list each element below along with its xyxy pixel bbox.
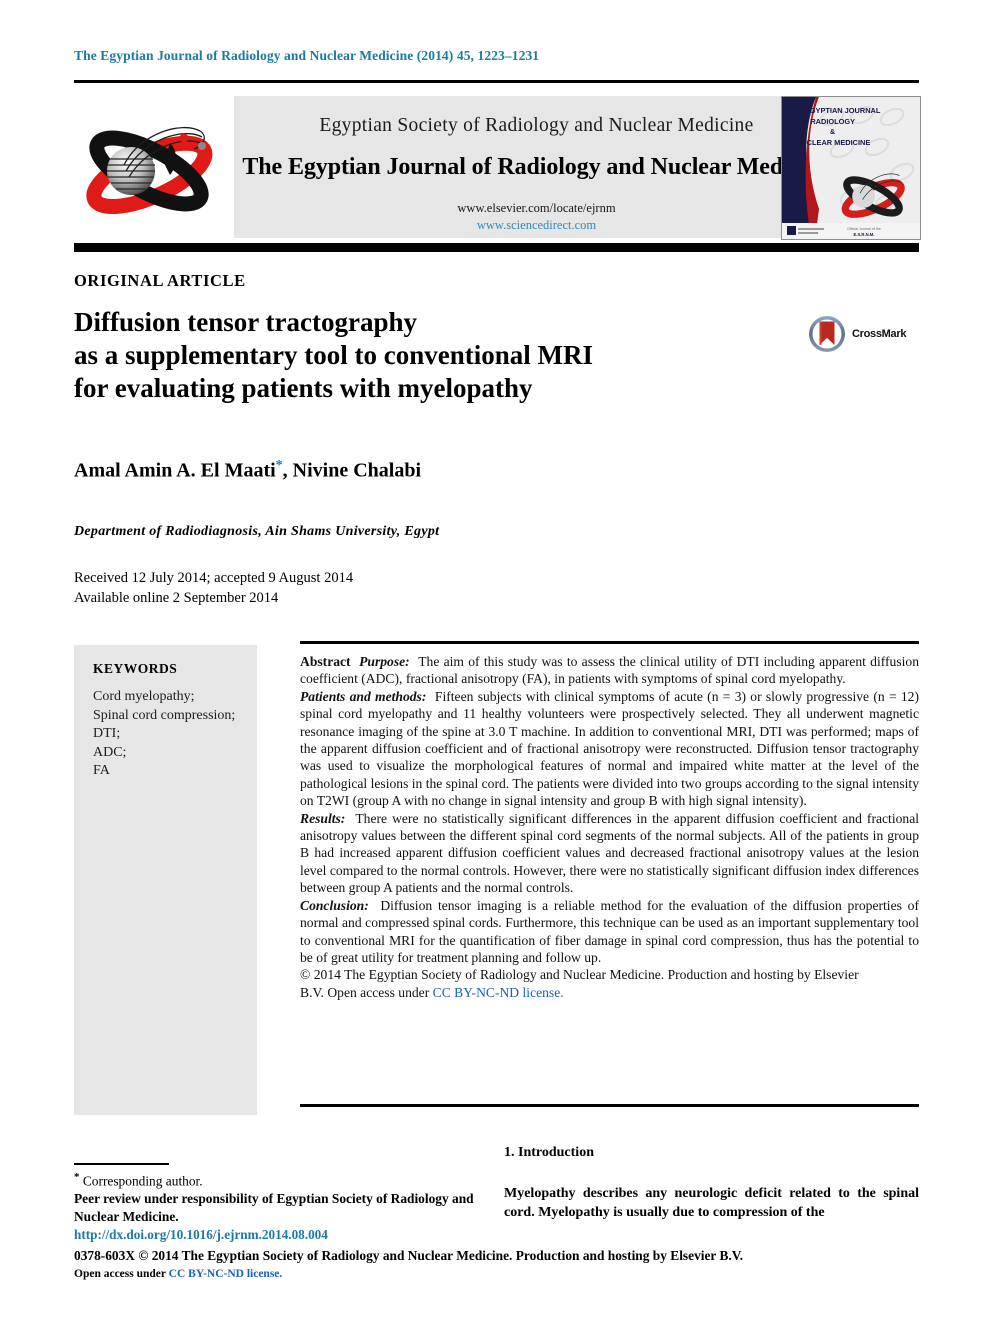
keywords-heading: KEYWORDS (93, 661, 178, 676)
page-title: Diffusion tensor tractography as a suppl… (74, 306, 764, 405)
keywords-list: Cord myelopathy; Spinal cord compression… (93, 688, 235, 781)
svg-text:OF RADIOLOGY: OF RADIOLOGY (798, 117, 855, 126)
abstract-license-line: B.V. Open access under CC BY-NC-ND licen… (300, 984, 919, 1001)
sciencedirect-url[interactable]: www.sciencedirect.com (234, 218, 839, 233)
keyword-item: ADC; (93, 744, 127, 760)
keyword-item: Cord myelopathy; (93, 689, 195, 704)
open-access-prefix: Open access under (74, 1268, 166, 1280)
abstract-copyright: © 2014 The Egyptian Society of Radiology… (300, 966, 919, 983)
available-online-date: Available online 2 September 2014 (74, 590, 279, 606)
open-access-line: Open access under CC BY-NC-ND license. (74, 1268, 282, 1280)
journal-article-page: The Egyptian Journal of Radiology and Nu… (0, 0, 992, 1323)
copyright-text-2: B.V. Open access under (300, 984, 430, 1000)
elsevier-url[interactable]: www.elsevier.com/locate/ejrnm (234, 201, 839, 216)
introduction-paragraph: Myelopathy describes any neurologic defi… (504, 1186, 919, 1220)
peer-review-note: Peer review under responsibility of Egyp… (74, 1191, 474, 1225)
abstract-rule-bottom (300, 1104, 919, 1107)
abstract-results-label: Results: (300, 810, 346, 826)
abstract-methods-label: Patients and methods: (300, 688, 427, 704)
journal-name: The Egyptian Journal of Radiology and Nu… (242, 154, 831, 180)
title-line-2: as a supplementary tool to conventional … (74, 340, 593, 370)
keywords-panel: KEYWORDS Cord myelopathy; Spinal cord co… (74, 645, 257, 1115)
introduction-body: Myelopathy describes any neurologic defi… (504, 1184, 919, 1222)
keyword-item: DTI; (93, 726, 121, 741)
abstract-conclusion-text: Diffusion tensor imaging is a reliable m… (300, 897, 919, 965)
corresponding-author-marker: * (275, 458, 283, 473)
footnote-rule (74, 1163, 169, 1165)
abstract-results: Results: There were no statistically sig… (300, 810, 919, 897)
corresponding-author-text: Corresponding author. (82, 1173, 203, 1189)
author-secondary: , Nivine Chalabi (282, 459, 422, 482)
open-access-license-link[interactable]: CC BY-NC-ND license. (169, 1268, 283, 1280)
footnote-block: * Corresponding author. Peer review unde… (74, 1168, 504, 1226)
license-link[interactable]: CC BY-NC-ND license. (433, 985, 564, 1000)
journal-masthead: Egyptian Society of Radiology and Nuclea… (74, 93, 921, 241)
header-rule-thick (74, 243, 919, 252)
title-line-3: for evaluating patients with myelopathy (74, 373, 533, 403)
keyword-item: FA (93, 763, 110, 778)
society-name: Egyptian Society of Radiology and Nuclea… (319, 115, 754, 136)
publication-dates: Received 12 July 2014; accepted 9 August… (74, 568, 353, 608)
abstract-label: Abstract (300, 654, 351, 669)
abstract-rule-top (300, 641, 919, 644)
abstract-methods-text: Fifteen subjects with clinical symptoms … (300, 688, 920, 809)
author-list: Amal Amin A. El Maati*, Nivine Chalabi (74, 458, 421, 483)
corresponding-author-note: * Corresponding author. (74, 1168, 504, 1190)
journal-cover-thumbnail: THE EGYPTIAN JOURNAL OF RADIOLOGY & NUCL… (781, 96, 921, 240)
doi-link[interactable]: http://dx.doi.org/10.1016/j.ejrnm.2014.0… (74, 1227, 328, 1243)
society-logo-icon (74, 99, 224, 239)
abstract-results-text: There were no statistically significant … (300, 810, 920, 896)
crossmark-badge[interactable]: CrossMark (808, 315, 920, 355)
received-date: Received 12 July 2014; accepted 9 August… (74, 570, 354, 586)
title-line-1: Diffusion tensor tractography (74, 307, 417, 337)
abstract-conclusion-label: Conclusion: (300, 897, 369, 913)
issn-copyright-line: 0378-603X © 2014 The Egyptian Society of… (74, 1248, 744, 1263)
svg-text:E.S.R.N.M.: E.S.R.N.M. (854, 232, 875, 237)
introduction-heading: 1. Introduction (504, 1145, 594, 1160)
footnote-star-marker: * (74, 1171, 80, 1183)
svg-text:&: & (830, 129, 835, 136)
author-primary: Amal Amin A. El Maati (74, 459, 276, 482)
article-type-label: ORIGINAL ARTICLE (74, 271, 246, 290)
svg-text:NUCLEAR MEDICINE: NUCLEAR MEDICINE (796, 138, 870, 147)
header-rule-top (74, 80, 919, 83)
keyword-item: Spinal cord compression; (93, 707, 236, 723)
abstract-conclusion: Conclusion: Diffusion tensor imaging is … (300, 897, 919, 967)
abstract-methods: Patients and methods: Fifteen subjects w… (300, 688, 919, 810)
crossmark-icon (808, 315, 846, 353)
running-head: The Egyptian Journal of Radiology and Nu… (74, 48, 540, 63)
abstract-body: Abstract Purpose: The aim of this study … (300, 653, 919, 1001)
masthead-center-panel: Egyptian Society of Radiology and Nuclea… (234, 96, 839, 238)
svg-text:Official Journal of the: Official Journal of the (847, 227, 881, 231)
copyright-text: © 2014 The Egyptian Society of Radiology… (300, 967, 859, 983)
svg-text:THE EGYPTIAN JOURNAL: THE EGYPTIAN JOURNAL (788, 106, 881, 115)
abstract-purpose-label: Purpose: (359, 654, 410, 669)
crossmark-label: CrossMark (852, 328, 907, 340)
abstract-purpose: Abstract Purpose: The aim of this study … (300, 653, 919, 688)
affiliation: Department of Radiodiagnosis, Ain Shams … (74, 524, 440, 539)
